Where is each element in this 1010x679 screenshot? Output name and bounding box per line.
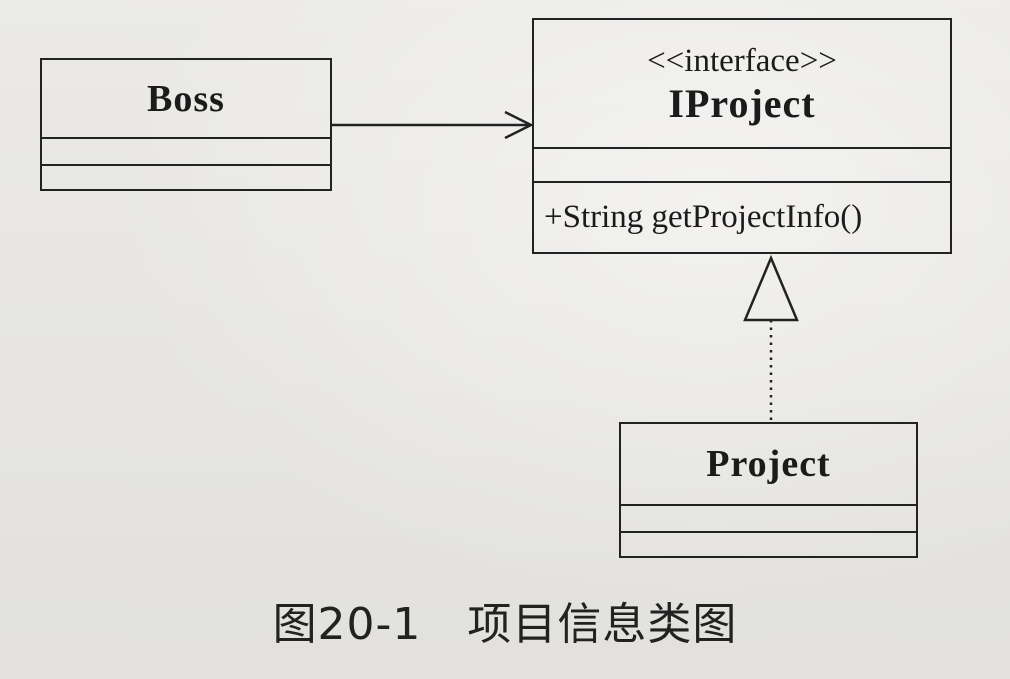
iproject-interface-box: <<interface>> IProject +String getProjec… [532, 18, 952, 254]
figure-caption: 图20-1 项目信息类图 [0, 588, 1010, 652]
project-class-box: Project [619, 422, 918, 558]
boss-class-name: Boss [147, 77, 225, 120]
uml-class-diagram: Boss <<interface>> IProject +String getP… [0, 0, 1010, 679]
project-class-name: Project [706, 443, 831, 485]
iproject-class-name: IProject [668, 80, 816, 126]
project-attributes-compartment [621, 504, 916, 531]
open-arrowhead-icon [504, 110, 534, 140]
boss-attributes-compartment [42, 137, 330, 164]
interface-stereotype: <<interface>> [647, 42, 837, 79]
figure-title: 项目信息类图 [467, 599, 738, 650]
boss-class-box: Boss [40, 58, 332, 191]
boss-operations-compartment [42, 164, 330, 191]
iproject-header: <<interface>> IProject [534, 20, 950, 147]
iproject-operations-compartment: +String getProjectInfo() [534, 181, 950, 252]
hollow-triangle-icon [743, 254, 799, 322]
figure-number: 图20-1 [272, 599, 422, 650]
get-project-info-operation: +String getProjectInfo() [544, 199, 863, 235]
project-operations-compartment [621, 531, 916, 558]
iproject-attributes-compartment [534, 147, 950, 181]
